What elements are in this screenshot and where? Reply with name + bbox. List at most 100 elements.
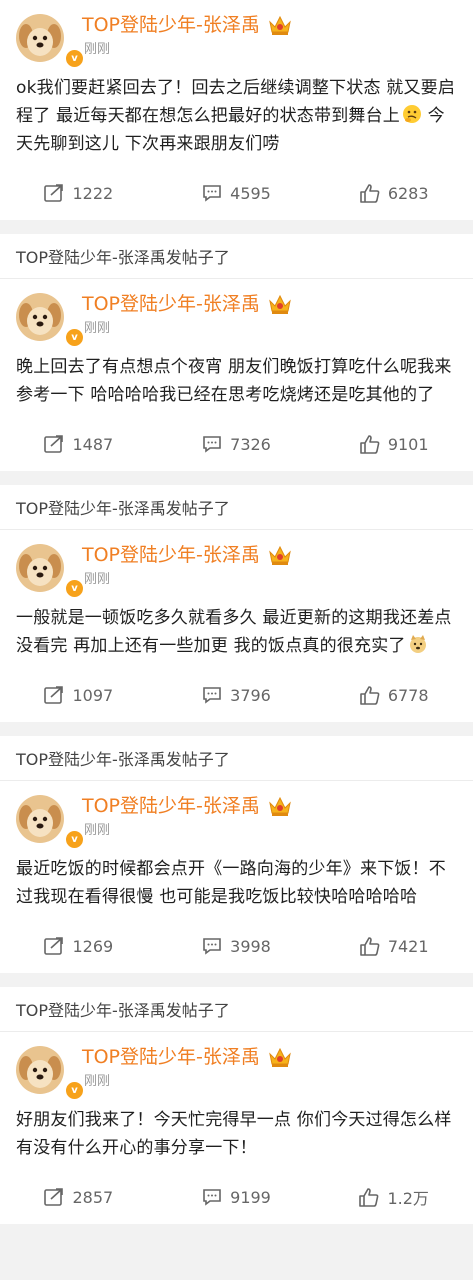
action-bar: 1487 7326 9101 [0,417,473,471]
comment-icon [203,1189,221,1206]
comment-button[interactable]: 3998 [158,937,316,956]
avatar[interactable]: v [16,795,85,850]
avatar[interactable]: v [16,14,85,69]
weibo-feed: v TOP登陆少年-张泽禹 刚刚 ok我们要赶紧回去了！回去之后继续调整下状态 … [0,0,473,1224]
post-header: v TOP登陆少年-张泽禹 刚刚 [0,279,473,348]
repost-count: 1222 [72,183,114,203]
username[interactable]: TOP登陆少年-张泽禹 [82,793,260,819]
action-bar: 1269 3998 7421 [0,919,473,973]
share-icon [44,686,64,704]
thinking-face-icon [402,104,422,124]
divider [0,220,473,234]
repost-button[interactable]: 1097 [0,686,158,705]
comment-button[interactable]: 4595 [158,184,316,203]
crown-badge-icon [268,14,292,36]
like-button[interactable]: 1.2万 [315,1185,473,1209]
comment-icon [203,687,221,704]
repost-count: 2857 [72,1187,114,1207]
post-text: 晚上回去了有点想点个夜宵 朋友们晚饭打算吃什么呢我来参考一下 哈哈哈哈我已经在思… [16,357,452,405]
post-card[interactable]: v TOP登陆少年-张泽禹 刚刚 晚上回去了有点想点个夜宵 朋友们晚饭打算吃什么… [0,279,473,471]
comment-count: 7326 [230,434,271,454]
post-card[interactable]: v TOP登陆少年-张泽禹 刚刚 好朋友们我来了！今天忙完得早一点 你们今天过得… [0,1032,473,1224]
avatar[interactable]: v [16,293,85,348]
comment-count: 3998 [230,936,271,956]
like-button[interactable]: 6283 [315,184,473,203]
repost-header[interactable]: TOP登陆少年-张泽禹发帖子了 [0,234,473,279]
repost-button[interactable]: 2857 [0,1188,158,1207]
repost-button[interactable]: 1487 [0,435,158,454]
post-header: v TOP登陆少年-张泽禹 刚刚 [0,781,473,850]
post-time: 刚刚 [84,572,111,587]
post-card[interactable]: v TOP登陆少年-张泽禹 刚刚 ok我们要赶紧回去了！回去之后继续调整下状态 … [0,0,473,220]
avatar[interactable]: v [16,544,85,599]
username[interactable]: TOP登陆少年-张泽禹 [82,291,260,317]
post-text-main: 一般就是一顿饭吃多久就看多久 最近更新的这期我还差点没看完 再加上还有一些加更 … [16,608,452,656]
crown-badge-icon [268,544,292,566]
verified-badge: v [64,829,85,850]
comment-icon [203,938,221,955]
verified-badge: v [64,48,85,69]
post-text: 最近吃饭的时候都会点开《一路向海的少年》来下饭！不过我现在看得很慢 也可能是我吃… [16,859,446,907]
like-count: 6778 [387,685,429,705]
username[interactable]: TOP登陆少年-张泽禹 [82,12,260,38]
share-icon [44,435,64,453]
like-count: 6283 [387,183,429,203]
share-icon [44,1188,64,1206]
post-time: 刚刚 [84,321,111,336]
post-header: v TOP登陆少年-张泽禹 刚刚 [0,0,473,69]
avatar[interactable]: v [16,1046,85,1101]
repost-count: 1487 [72,434,114,454]
like-button[interactable]: 7421 [315,937,473,956]
thumbs-up-icon [360,183,380,203]
username[interactable]: TOP登陆少年-张泽禹 [82,542,260,568]
like-count: 7421 [387,936,429,956]
like-button[interactable]: 9101 [315,435,473,454]
repost-button[interactable]: 1222 [0,184,158,203]
post-card[interactable]: v TOP登陆少年-张泽禹 刚刚 最近吃饭的时候都会点开《一路向海的少年》来下饭… [0,781,473,973]
comment-count: 3796 [230,685,271,705]
divider [0,722,473,736]
verified-badge: v [64,578,85,599]
post-text-main: ok我们要赶紧回去了！回去之后继续调整下状态 就又要启程了 最近每天都在想怎么把… [16,78,456,126]
comment-icon [203,436,221,453]
post-time: 刚刚 [84,1074,111,1089]
comment-button[interactable]: 7326 [158,435,316,454]
repost-count: 1097 [72,685,114,705]
action-bar: 1222 4595 6283 [0,166,473,220]
post-header: v TOP登陆少年-张泽禹 刚刚 [0,530,473,599]
verified-badge: v [64,327,85,348]
post-time: 刚刚 [84,42,111,57]
like-count: 9101 [387,434,429,454]
comment-count: 4595 [230,183,271,203]
comment-button[interactable]: 3796 [158,686,316,705]
action-bar: 1097 3796 6778 [0,668,473,722]
repost-count: 1269 [72,936,114,956]
like-button[interactable]: 6778 [315,686,473,705]
share-icon [44,937,64,955]
thumbs-up-icon [360,434,380,454]
thumbs-up-icon [360,685,380,705]
crown-badge-icon [268,795,292,817]
post-time: 刚刚 [84,823,111,838]
divider [0,471,473,485]
repost-header[interactable]: TOP登陆少年-张泽禹发帖子了 [0,987,473,1032]
thumbs-up-icon [360,936,380,956]
comment-count: 9199 [230,1187,271,1207]
post-text: 好朋友们我来了！今天忙完得早一点 你们今天过得怎么样 有没有什么开心的事分享一下… [16,1110,452,1158]
username[interactable]: TOP登陆少年-张泽禹 [82,1044,260,1070]
crown-badge-icon [268,1046,292,1068]
repost-header[interactable]: TOP登陆少年-张泽禹发帖子了 [0,736,473,781]
share-icon [44,184,64,202]
crown-badge-icon [268,293,292,315]
verified-badge: v [64,1080,85,1101]
repost-header[interactable]: TOP登陆少年-张泽禹发帖子了 [0,485,473,530]
comment-icon [203,185,221,202]
post-text: ok我们要赶紧回去了！回去之后继续调整下状态 就又要启程了 最近每天都在想怎么把… [0,62,473,158]
divider [0,973,473,987]
doge-face-icon [408,634,428,654]
post-card[interactable]: v TOP登陆少年-张泽禹 刚刚 一般就是一顿饭吃多久就看多久 最近更新的这期我… [0,530,473,722]
repost-button[interactable]: 1269 [0,937,158,956]
action-bar: 2857 9199 1.2万 [0,1170,473,1224]
comment-button[interactable]: 9199 [158,1188,316,1207]
post-header: v TOP登陆少年-张泽禹 刚刚 [0,1032,473,1101]
